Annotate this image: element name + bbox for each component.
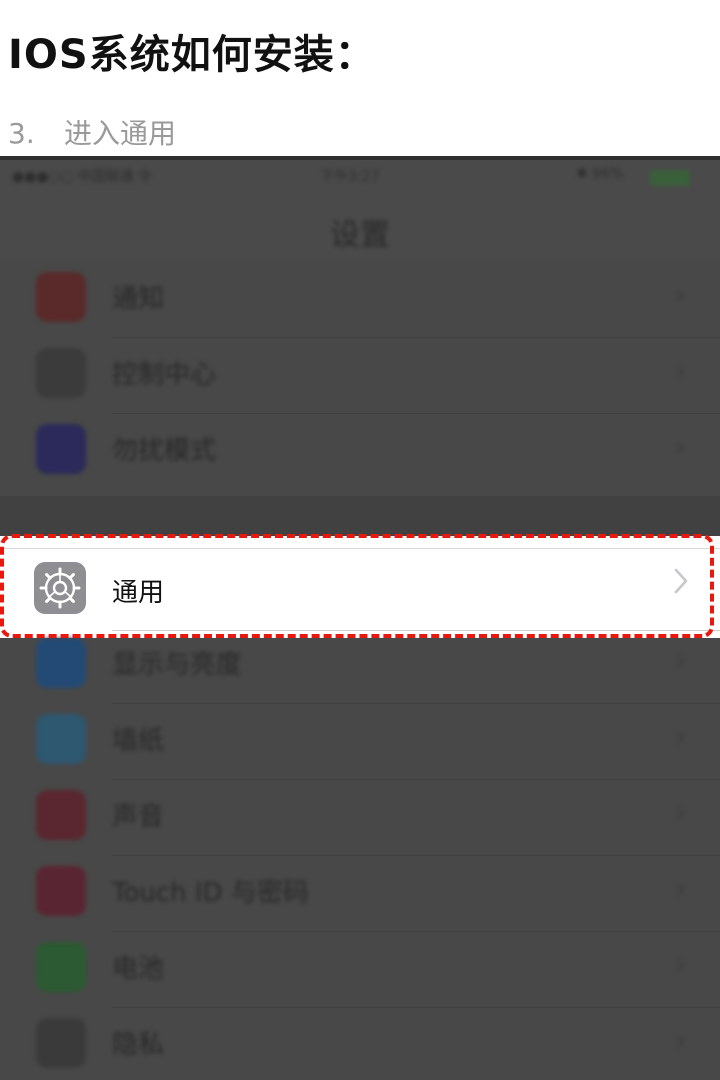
chevron-right-icon: › <box>674 644 686 677</box>
chevron-right-icon: › <box>674 796 686 829</box>
do-not-disturb-icon <box>36 424 86 474</box>
screenshot-border <box>0 156 720 160</box>
battery-icon <box>36 942 86 992</box>
settings-row-label: 控制中心 <box>112 360 217 390</box>
battery-text: ✱ 96% <box>576 166 624 182</box>
settings-row-label: 显示与亮度 <box>112 650 243 680</box>
chevron-right-icon: › <box>674 278 686 311</box>
settings-row-do-not-disturb[interactable]: 勿扰模式 › <box>0 414 720 490</box>
settings-row-label: 通知 <box>112 284 165 314</box>
settings-row-label: 墙纸 <box>112 726 165 756</box>
highlight-annotation-frame <box>0 534 714 638</box>
chevron-right-icon: › <box>674 354 686 387</box>
status-bar: ●●●○○ 中国联通 令 下午3:27 ✱ 96% <box>0 162 720 198</box>
settings-row-privacy[interactable]: 隐私 › <box>0 1008 720 1080</box>
wallpaper-icon <box>36 714 86 764</box>
chevron-right-icon: › <box>674 430 686 463</box>
control-center-icon <box>36 348 86 398</box>
settings-row-label: 声音 <box>112 802 165 832</box>
privacy-icon <box>36 1018 86 1068</box>
page-title: IOS系统如何安装： <box>8 32 376 78</box>
group-gap <box>0 496 720 536</box>
carrier-text: ●●●○○ 中国联通 令 <box>12 169 152 185</box>
battery-icon <box>650 170 690 186</box>
settings-row-label: 勿扰模式 <box>112 436 217 466</box>
clock-text: 下午3:27 <box>320 169 380 185</box>
settings-row-touch-id[interactable]: Touch ID 与密码 › <box>0 856 720 932</box>
chevron-right-icon: › <box>674 872 686 905</box>
nav-title: 设置 <box>330 218 390 253</box>
settings-row-label: 隐私 <box>112 1030 165 1060</box>
settings-row-control-center[interactable]: 控制中心 › <box>0 338 720 414</box>
settings-row-wallpaper[interactable]: 墙纸 › <box>0 704 720 780</box>
settings-row-notifications[interactable]: 通知 › <box>0 262 720 338</box>
touch-id-icon <box>36 866 86 916</box>
step-number: 3. <box>8 117 35 150</box>
settings-row-display[interactable]: 显示与亮度 › <box>0 628 720 704</box>
step-text: 进入通用 <box>64 117 177 150</box>
settings-row-label: 电池 <box>112 954 165 984</box>
notifications-icon <box>36 272 86 322</box>
chevron-right-icon: › <box>674 1024 686 1057</box>
chevron-right-icon: › <box>674 720 686 753</box>
chevron-right-icon: › <box>674 948 686 981</box>
settings-row-label: Touch ID 与密码 <box>112 878 309 908</box>
settings-row-battery[interactable]: 电池 › <box>0 932 720 1008</box>
display-brightness-icon <box>36 638 86 688</box>
sounds-icon <box>36 790 86 840</box>
settings-row-sounds[interactable]: 声音 › <box>0 780 720 856</box>
step-instruction: 3. 进入通用 <box>8 112 176 152</box>
